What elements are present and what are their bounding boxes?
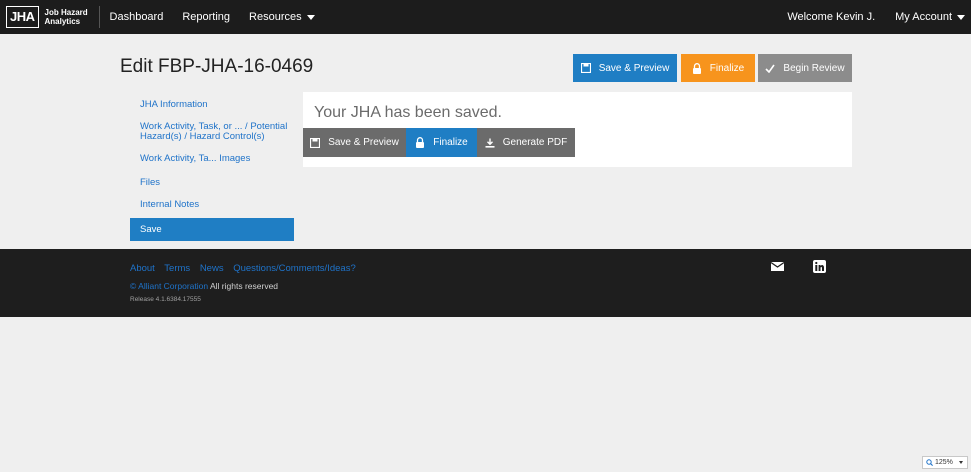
nav-dashboard[interactable]: Dashboard: [110, 11, 164, 23]
sidebar-item-work-activity-hazards[interactable]: Work Activity, Task, or ... / Potential …: [130, 122, 294, 142]
nav-right: Welcome Kevin J. My Account: [787, 0, 965, 34]
chevron-down-icon: [306, 14, 315, 20]
nav-reporting-label: Reporting: [182, 11, 231, 23]
finalize-button[interactable]: Finalize: [681, 54, 755, 82]
panel-save-preview-label: Save & Preview: [328, 137, 399, 148]
generate-pdf-button[interactable]: Generate PDF: [477, 128, 575, 157]
magnifier-icon: [926, 459, 933, 466]
chevron-down-icon: [958, 461, 963, 464]
nav-reporting[interactable]: Reporting: [182, 11, 230, 23]
footer-links: About Terms News Questions/Comments/Idea…: [130, 263, 363, 274]
page-title: Edit FBP-JHA-16-0469: [120, 56, 314, 77]
footer-link-terms[interactable]: Terms: [164, 263, 190, 274]
save-preview-button[interactable]: Save & Preview: [573, 54, 677, 82]
padlock-icon: [416, 137, 425, 148]
app-logo[interactable]: JHA Job Hazard Analytics: [0, 0, 95, 34]
floppy-disk-icon: [580, 63, 591, 73]
checkmark-icon: [765, 64, 776, 73]
begin-review-button[interactable]: Begin Review: [758, 54, 852, 82]
sidebar-item-save[interactable]: Save: [130, 218, 294, 241]
copyright-brand-link[interactable]: © Alliant Corporation: [130, 281, 208, 291]
panel-save-preview-button[interactable]: Save & Preview: [303, 128, 406, 157]
nav-divider: [98, 6, 100, 28]
zoom-level-text: 125%: [935, 459, 953, 466]
copyright: © Alliant Corporation All rights reserve…: [130, 281, 278, 291]
save-preview-label: Save & Preview: [598, 62, 670, 74]
panel-finalize-label: Finalize: [433, 137, 468, 148]
envelope-icon[interactable]: [771, 260, 784, 273]
footer-link-feedback[interactable]: Questions/Comments/Ideas?: [233, 263, 356, 274]
page-footer: About Terms News Questions/Comments/Idea…: [0, 249, 971, 317]
nav-resources-dropdown[interactable]: Resources: [249, 11, 315, 23]
logo-text-line1: Job Hazard: [44, 8, 88, 17]
my-account-dropdown[interactable]: My Account: [895, 11, 965, 23]
floppy-disk-icon: [310, 137, 321, 148]
finalize-label: Finalize: [709, 62, 745, 74]
saved-message: Your JHA has been saved.: [314, 104, 502, 121]
sidebar-item-work-activity-line2: Hazard(s) / Hazard Control(s): [140, 131, 265, 142]
sidebar-item-work-activity-images[interactable]: Work Activity, Ta... Images: [130, 154, 250, 164]
begin-review-label: Begin Review: [783, 62, 845, 74]
generate-pdf-label: Generate PDF: [502, 137, 568, 148]
footer-link-news[interactable]: News: [200, 263, 224, 274]
sidebar-item-jha-information[interactable]: JHA Information: [130, 100, 208, 110]
padlock-icon: [692, 62, 701, 74]
sidebar-item-files[interactable]: Files: [130, 178, 160, 188]
zoom-level-control[interactable]: 125%: [922, 456, 968, 469]
panel-finalize-button[interactable]: Finalize: [406, 128, 477, 157]
logo-mark: JHA: [6, 6, 39, 28]
nav-dashboard-label: Dashboard: [109, 11, 164, 23]
my-account-label: My Account: [895, 11, 952, 23]
release-version: Release 4.1.6384.17555: [130, 296, 201, 303]
nav-resources-label: Resources: [249, 11, 302, 23]
top-navbar: JHA Job Hazard Analytics Dashboard Repor…: [0, 0, 971, 34]
linkedin-icon[interactable]: [813, 260, 826, 273]
footer-link-about[interactable]: About: [130, 263, 155, 274]
download-icon: [485, 138, 495, 148]
chevron-down-icon: [957, 14, 965, 20]
welcome-text: Welcome Kevin J.: [787, 11, 876, 23]
sidebar-item-internal-notes[interactable]: Internal Notes: [130, 200, 199, 210]
logo-text: Job Hazard Analytics: [45, 8, 95, 26]
logo-text-line2: Analytics: [44, 17, 81, 26]
copyright-text: All rights reserved: [210, 281, 279, 291]
